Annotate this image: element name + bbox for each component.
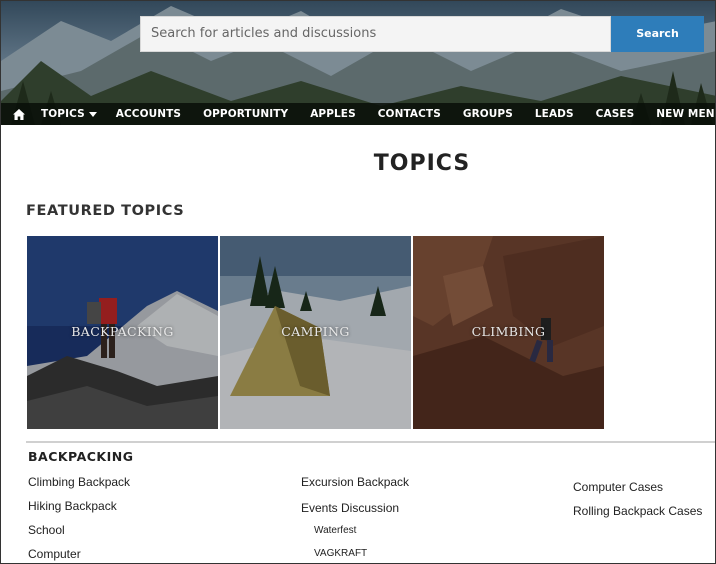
featured-topics-heading: FEATURED TOPICS	[26, 203, 185, 219]
nav-item-topics[interactable]: TOPICS	[41, 108, 97, 120]
page-frame: Search for articles and discussions Sear…	[0, 0, 716, 564]
topic-link[interactable]: Excursion Backpack	[301, 475, 409, 489]
header-banner: Search for articles and discussions Sear…	[1, 1, 715, 125]
topic-link[interactable]: Hiking Backpack	[28, 499, 117, 513]
section-heading-backpacking: BACKPACKING	[28, 449, 134, 464]
tile-label: CAMPING	[281, 324, 350, 339]
topic-link[interactable]: School	[28, 523, 65, 537]
topic-link[interactable]: Rolling Backpack Cases	[573, 504, 702, 518]
topic-link[interactable]: Computer	[28, 547, 81, 561]
search-button[interactable]: Search	[611, 16, 704, 52]
nav-item-apples[interactable]: APPLES	[310, 108, 356, 120]
nav-item-accounts[interactable]: ACCOUNTS	[116, 108, 181, 120]
nav-item-cases[interactable]: CASES	[596, 108, 635, 120]
nav-item-leads[interactable]: LEADS	[535, 108, 574, 120]
chevron-down-icon	[88, 111, 97, 117]
nav-item-new-menu-item[interactable]: NEW MENU ITEM	[656, 108, 715, 120]
subtopic-link[interactable]: Waterfest	[314, 525, 356, 536]
main-nav: TOPICS ACCOUNTS OPPORTUNITY APPLES CONTA…	[1, 103, 715, 125]
nav-item-label: TOPICS	[41, 108, 85, 120]
topic-link[interactable]: Events Discussion	[301, 501, 399, 515]
topic-link[interactable]: Computer Cases	[573, 480, 663, 494]
search-input[interactable]: Search for articles and discussions	[140, 16, 611, 52]
featured-topic-camping[interactable]: CAMPING	[220, 236, 411, 429]
section-divider	[26, 441, 715, 443]
featured-topic-climbing[interactable]: CLIMBING	[413, 236, 604, 429]
nav-item-opportunity[interactable]: OPPORTUNITY	[203, 108, 288, 120]
nav-item-groups[interactable]: GROUPS	[463, 108, 513, 120]
topic-link[interactable]: Climbing Backpack	[28, 475, 130, 489]
nav-item-contacts[interactable]: CONTACTS	[378, 108, 441, 120]
home-icon[interactable]	[13, 103, 25, 125]
tile-label: CLIMBING	[471, 324, 546, 339]
featured-topic-backpacking[interactable]: BACKPACKING	[27, 236, 218, 429]
tile-label: BACKPACKING	[71, 324, 174, 339]
subtopic-link[interactable]: VAGKRAFT	[314, 548, 367, 559]
page-title: TOPICS	[373, 151, 471, 176]
